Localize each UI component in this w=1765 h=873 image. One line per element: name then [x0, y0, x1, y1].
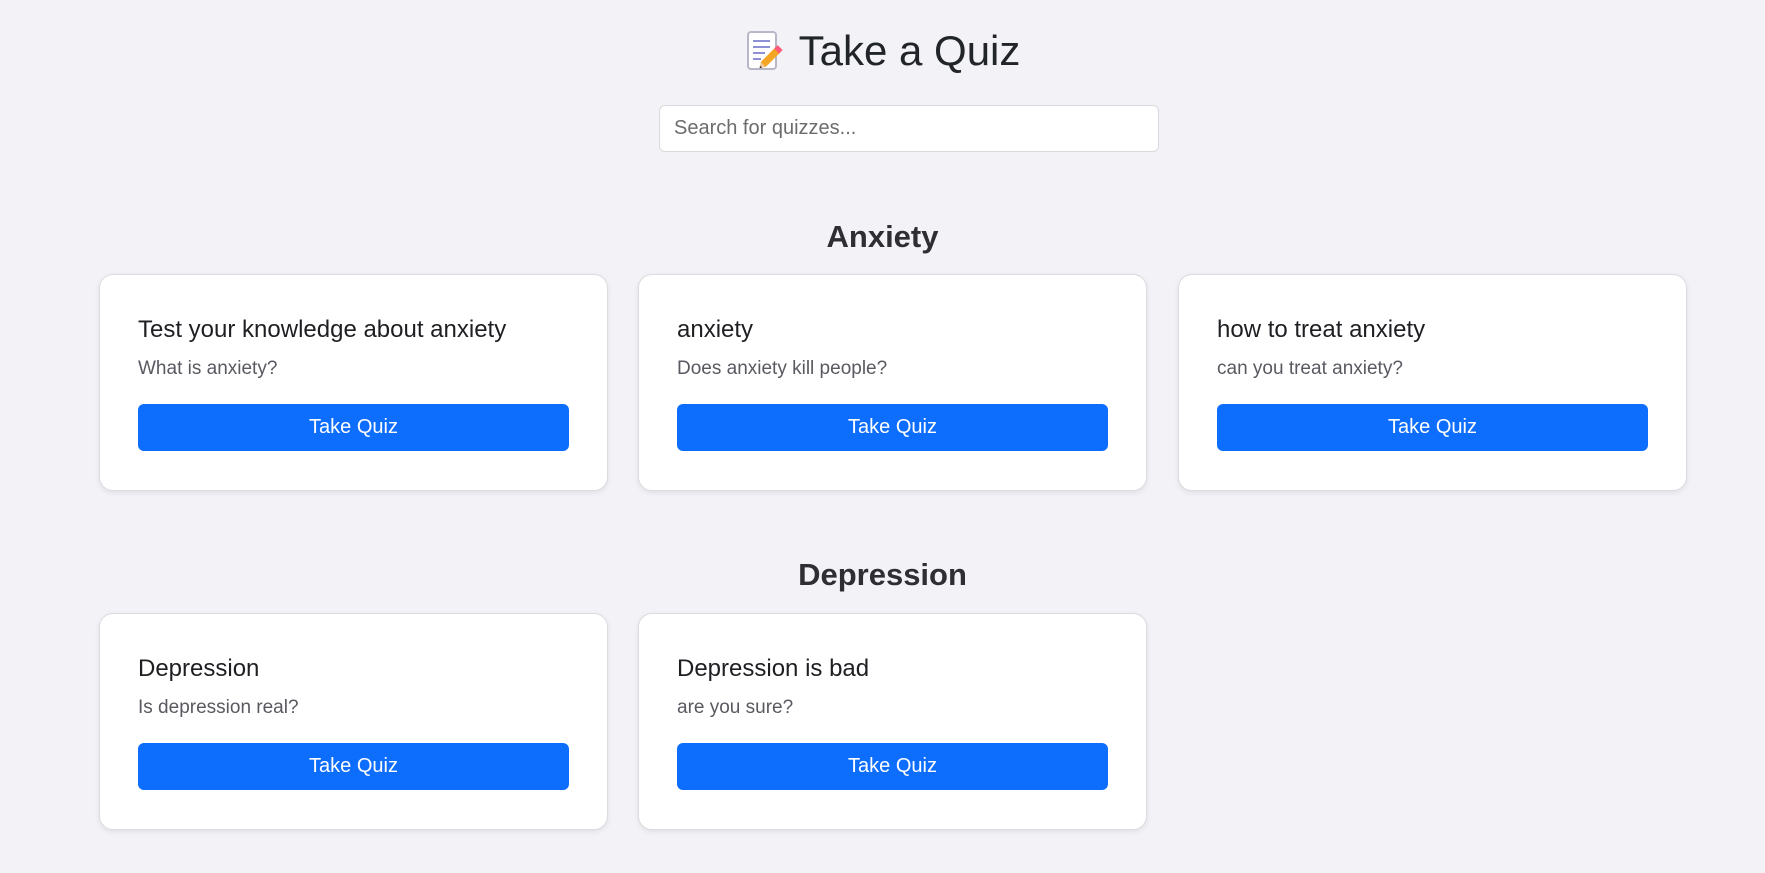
quiz-card: anxiety Does anxiety kill people? Take Q…: [638, 274, 1147, 491]
quiz-card-description: are you sure?: [677, 697, 794, 718]
quiz-card-title: Depression: [138, 655, 260, 682]
take-quiz-button[interactable]: Take Quiz: [677, 404, 1108, 451]
quiz-card-description: Is depression real?: [138, 697, 299, 718]
quiz-page: Take a Quiz Anxiety Test your knowledge …: [0, 0, 1765, 873]
quiz-card-description: What is anxiety?: [138, 358, 278, 379]
take-quiz-button[interactable]: Take Quiz: [677, 743, 1108, 790]
section-title-anxiety: Anxiety: [826, 219, 939, 254]
search-container: [659, 105, 1159, 152]
take-quiz-button[interactable]: Take Quiz: [138, 743, 569, 790]
memo-pencil-icon: [745, 29, 785, 73]
quiz-card-title: Depression is bad: [677, 655, 870, 682]
quiz-card: how to treat anxiety can you treat anxie…: [1178, 274, 1687, 491]
take-quiz-button[interactable]: Take Quiz: [1217, 404, 1648, 451]
quiz-card: Depression Is depression real? Take Quiz: [99, 613, 608, 830]
quiz-card: Test your knowledge about anxiety What i…: [99, 274, 608, 491]
quiz-card: Depression is bad are you sure? Take Qui…: [638, 613, 1147, 830]
take-quiz-button[interactable]: Take Quiz: [138, 404, 569, 451]
section-title-depression: Depression: [798, 557, 967, 592]
page-header: Take a Quiz: [0, 26, 1765, 76]
search-input[interactable]: [659, 105, 1159, 152]
quiz-card-description: Does anxiety kill people?: [677, 358, 888, 379]
quiz-card-title: anxiety: [677, 316, 754, 343]
page-title: Take a Quiz: [798, 27, 1021, 74]
quiz-card-title: Test your knowledge about anxiety: [138, 316, 507, 343]
quiz-card-title: how to treat anxiety: [1217, 316, 1426, 343]
quiz-card-description: can you treat anxiety?: [1217, 358, 1403, 379]
